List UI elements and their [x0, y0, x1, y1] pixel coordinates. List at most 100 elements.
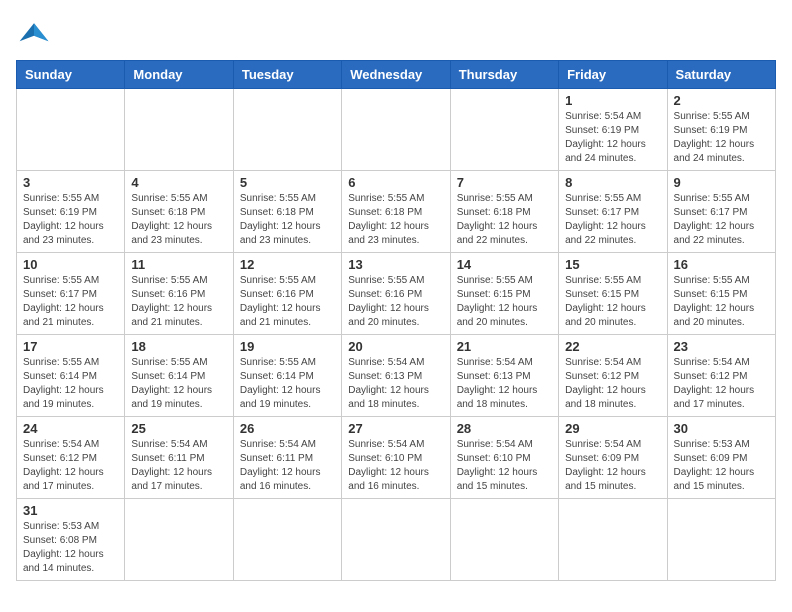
calendar-cell: 19 Sunrise: 5:55 AM Sunset: 6:14 PM Dayli…: [233, 335, 341, 417]
day-info: Sunrise: 5:54 AM Sunset: 6:13 PM Dayligh…: [457, 356, 552, 412]
day-number: 23: [674, 339, 769, 354]
day-info: Sunrise: 5:55 AM Sunset: 6:15 PM Dayligh…: [457, 274, 552, 330]
day-info: Sunrise: 5:54 AM Sunset: 6:10 PM Dayligh…: [457, 438, 552, 494]
header: [16, 16, 776, 52]
weekday-header-thursday: Thursday: [450, 61, 558, 89]
day-number: 22: [565, 339, 660, 354]
calendar-cell: 14 Sunrise: 5:55 AM Sunset: 6:15 PM Dayli…: [450, 253, 558, 335]
calendar-cell: 29 Sunrise: 5:54 AM Sunset: 6:09 PM Dayli…: [559, 417, 667, 499]
day-info: Sunrise: 5:53 AM Sunset: 6:09 PM Dayligh…: [674, 438, 769, 494]
calendar-week-4: 17 Sunrise: 5:55 AM Sunset: 6:14 PM Dayli…: [17, 335, 776, 417]
day-info: Sunrise: 5:54 AM Sunset: 6:11 PM Dayligh…: [131, 438, 226, 494]
day-info: Sunrise: 5:55 AM Sunset: 6:18 PM Dayligh…: [240, 192, 335, 248]
day-number: 6: [348, 175, 443, 190]
day-info: Sunrise: 5:55 AM Sunset: 6:15 PM Dayligh…: [674, 274, 769, 330]
calendar-cell: 3Sunrise: 5:55 AM Sunset: 6:19 PM Daylig…: [17, 171, 125, 253]
day-number: 26: [240, 421, 335, 436]
calendar-cell: 13 Sunrise: 5:55 AM Sunset: 6:16 PM Dayli…: [342, 253, 450, 335]
calendar-cell: [667, 499, 775, 581]
day-number: 15: [565, 257, 660, 272]
day-info: Sunrise: 5:55 AM Sunset: 6:17 PM Dayligh…: [674, 192, 769, 248]
calendar-cell: 16 Sunrise: 5:55 AM Sunset: 6:15 PM Dayli…: [667, 253, 775, 335]
day-number: 10: [23, 257, 118, 272]
calendar-cell: 10 Sunrise: 5:55 AM Sunset: 6:17 PM Dayli…: [17, 253, 125, 335]
day-info: Sunrise: 5:55 AM Sunset: 6:16 PM Dayligh…: [348, 274, 443, 330]
day-number: 16: [674, 257, 769, 272]
calendar-cell: 23 Sunrise: 5:54 AM Sunset: 6:12 PM Dayli…: [667, 335, 775, 417]
day-number: 13: [348, 257, 443, 272]
calendar-cell: 28 Sunrise: 5:54 AM Sunset: 6:10 PM Dayli…: [450, 417, 558, 499]
day-number: 21: [457, 339, 552, 354]
calendar-cell: [125, 499, 233, 581]
calendar-cell: 9Sunrise: 5:55 AM Sunset: 6:17 PM Daylig…: [667, 171, 775, 253]
calendar-cell: 20Sunrise: 5:54 AM Sunset: 6:13 PM Dayli…: [342, 335, 450, 417]
day-number: 8: [565, 175, 660, 190]
day-info: Sunrise: 5:54 AM Sunset: 6:11 PM Dayligh…: [240, 438, 335, 494]
day-info: Sunrise: 5:55 AM Sunset: 6:14 PM Dayligh…: [23, 356, 118, 412]
day-info: Sunrise: 5:55 AM Sunset: 6:17 PM Dayligh…: [23, 274, 118, 330]
calendar-cell: 1Sunrise: 5:54 AM Sunset: 6:19 PM Daylig…: [559, 89, 667, 171]
calendar-cell: 2Sunrise: 5:55 AM Sunset: 6:19 PM Daylig…: [667, 89, 775, 171]
calendar-week-1: 1Sunrise: 5:54 AM Sunset: 6:19 PM Daylig…: [17, 89, 776, 171]
calendar-cell: [233, 89, 341, 171]
day-info: Sunrise: 5:55 AM Sunset: 6:18 PM Dayligh…: [457, 192, 552, 248]
logo: [16, 16, 56, 52]
calendar-cell: [342, 499, 450, 581]
calendar-week-5: 24Sunrise: 5:54 AM Sunset: 6:12 PM Dayli…: [17, 417, 776, 499]
calendar-cell: [450, 89, 558, 171]
day-info: Sunrise: 5:55 AM Sunset: 6:14 PM Dayligh…: [240, 356, 335, 412]
calendar-cell: 27Sunrise: 5:54 AM Sunset: 6:10 PM Dayli…: [342, 417, 450, 499]
weekday-header-tuesday: Tuesday: [233, 61, 341, 89]
day-info: Sunrise: 5:55 AM Sunset: 6:18 PM Dayligh…: [348, 192, 443, 248]
day-info: Sunrise: 5:55 AM Sunset: 6:16 PM Dayligh…: [240, 274, 335, 330]
calendar-cell: 24Sunrise: 5:54 AM Sunset: 6:12 PM Dayli…: [17, 417, 125, 499]
day-number: 7: [457, 175, 552, 190]
calendar-cell: 12 Sunrise: 5:55 AM Sunset: 6:16 PM Dayli…: [233, 253, 341, 335]
day-info: Sunrise: 5:54 AM Sunset: 6:09 PM Dayligh…: [565, 438, 660, 494]
day-info: Sunrise: 5:55 AM Sunset: 6:14 PM Dayligh…: [131, 356, 226, 412]
day-info: Sunrise: 5:55 AM Sunset: 6:16 PM Dayligh…: [131, 274, 226, 330]
calendar-week-3: 10 Sunrise: 5:55 AM Sunset: 6:17 PM Dayli…: [17, 253, 776, 335]
day-number: 14: [457, 257, 552, 272]
day-number: 19: [240, 339, 335, 354]
day-number: 24: [23, 421, 118, 436]
day-number: 18: [131, 339, 226, 354]
calendar-cell: 21 Sunrise: 5:54 AM Sunset: 6:13 PM Dayli…: [450, 335, 558, 417]
day-number: 3: [23, 175, 118, 190]
day-info: Sunrise: 5:55 AM Sunset: 6:18 PM Dayligh…: [131, 192, 226, 248]
day-number: 30: [674, 421, 769, 436]
day-number: 11: [131, 257, 226, 272]
calendar-cell: [17, 89, 125, 171]
calendar-cell: 26 Sunrise: 5:54 AM Sunset: 6:11 PM Dayli…: [233, 417, 341, 499]
calendar-cell: 17 Sunrise: 5:55 AM Sunset: 6:14 PM Dayli…: [17, 335, 125, 417]
calendar-cell: 8 Sunrise: 5:55 AM Sunset: 6:17 PM Daylig…: [559, 171, 667, 253]
day-number: 12: [240, 257, 335, 272]
day-number: 1: [565, 93, 660, 108]
calendar-cell: 18 Sunrise: 5:55 AM Sunset: 6:14 PM Dayli…: [125, 335, 233, 417]
calendar-cell: 11 Sunrise: 5:55 AM Sunset: 6:16 PM Dayli…: [125, 253, 233, 335]
calendar-cell: 4 Sunrise: 5:55 AM Sunset: 6:18 PM Daylig…: [125, 171, 233, 253]
calendar-week-6: 31Sunrise: 5:53 AM Sunset: 6:08 PM Dayli…: [17, 499, 776, 581]
calendar-week-2: 3Sunrise: 5:55 AM Sunset: 6:19 PM Daylig…: [17, 171, 776, 253]
calendar-cell: 6 Sunrise: 5:55 AM Sunset: 6:18 PM Daylig…: [342, 171, 450, 253]
day-info: Sunrise: 5:54 AM Sunset: 6:12 PM Dayligh…: [674, 356, 769, 412]
weekday-header-row: SundayMondayTuesdayWednesdayThursdayFrid…: [17, 61, 776, 89]
day-number: 29: [565, 421, 660, 436]
day-number: 25: [131, 421, 226, 436]
day-info: Sunrise: 5:54 AM Sunset: 6:13 PM Dayligh…: [348, 356, 443, 412]
day-number: 2: [674, 93, 769, 108]
calendar-cell: [233, 499, 341, 581]
day-info: Sunrise: 5:55 AM Sunset: 6:17 PM Dayligh…: [565, 192, 660, 248]
weekday-header-wednesday: Wednesday: [342, 61, 450, 89]
calendar-cell: [125, 89, 233, 171]
calendar-cell: [559, 499, 667, 581]
day-number: 4: [131, 175, 226, 190]
day-number: 27: [348, 421, 443, 436]
calendar-cell: 5Sunrise: 5:55 AM Sunset: 6:18 PM Daylig…: [233, 171, 341, 253]
day-info: Sunrise: 5:53 AM Sunset: 6:08 PM Dayligh…: [23, 520, 118, 576]
calendar-cell: 25 Sunrise: 5:54 AM Sunset: 6:11 PM Dayli…: [125, 417, 233, 499]
day-number: 28: [457, 421, 552, 436]
weekday-header-monday: Monday: [125, 61, 233, 89]
weekday-header-sunday: Sunday: [17, 61, 125, 89]
day-number: 17: [23, 339, 118, 354]
